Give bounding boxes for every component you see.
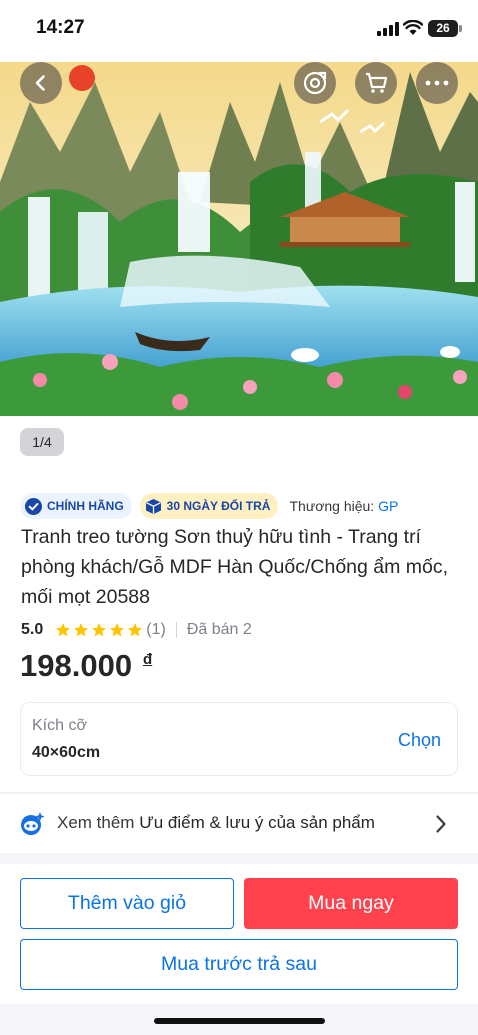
- genuine-badge-label: CHÍNH HÃNG: [47, 499, 124, 513]
- product-price: 198.000: [20, 648, 133, 683]
- product-title: Tranh treo tường Sơn thuỷ hữu tình - Tra…: [21, 526, 449, 608]
- size-label: Kích cỡ: [32, 717, 87, 734]
- rating-stars: [55, 622, 143, 638]
- battery-nub: [459, 25, 462, 32]
- add-to-cart-button[interactable]: Thêm vào giỏ: [20, 878, 234, 929]
- choose-size-button[interactable]: Chọn: [398, 730, 441, 751]
- rating-count[interactable]: (1): [146, 621, 166, 639]
- brand-link[interactable]: GP: [378, 498, 398, 514]
- landscape-painting: [0, 62, 478, 416]
- section-gap: [0, 853, 478, 864]
- brand-label: Thương hiệu:: [289, 498, 375, 514]
- more-icon: [425, 80, 449, 86]
- star-icon: [92, 623, 107, 637]
- verified-icon: [25, 497, 42, 515]
- image-counter: 1/4: [20, 428, 64, 456]
- back-button[interactable]: [20, 62, 62, 104]
- rating-value: 5.0: [21, 621, 44, 638]
- cart-button[interactable]: [355, 62, 397, 104]
- sold-count: Đã bán 2: [186, 621, 252, 638]
- more-button[interactable]: [416, 62, 458, 104]
- star-icon: [110, 623, 125, 637]
- home-indicator[interactable]: [154, 1018, 325, 1024]
- product-notes-highlight: Ưu điểm & lưu ý của sản phẩm: [139, 813, 375, 832]
- assistant-icon: [21, 812, 45, 835]
- star-icon: [56, 623, 71, 637]
- chevron-right-icon: [436, 815, 446, 833]
- return-box-icon: [145, 498, 161, 514]
- product-notes-row[interactable]: Xem thêm Ưu điểm & lưu ý của sản phẩm: [0, 800, 478, 848]
- battery-indicator: 26: [428, 20, 458, 37]
- return-badge-label: 30 NGÀY ĐỔI TRẢ: [166, 499, 271, 513]
- product-notes-prefix: Xem thêm: [57, 813, 135, 832]
- section-divider: [0, 792, 478, 794]
- share-icon: [303, 71, 327, 95]
- rating-divider: [175, 622, 177, 638]
- return-badge: 30 NGÀY ĐỔI TRẢ: [139, 493, 279, 519]
- status-bar: 14:27 26: [0, 0, 478, 58]
- star-icon: [128, 623, 143, 637]
- back-icon: [35, 75, 45, 91]
- status-time: 14:27: [36, 17, 85, 38]
- rating-row: 5.0 (1) Đã bán 2: [21, 619, 252, 641]
- share-button[interactable]: [294, 62, 336, 104]
- star-icon: [74, 623, 89, 637]
- buy-now-pay-later-button[interactable]: Mua trước trả sau: [20, 939, 458, 990]
- product-notes-text: Xem thêm Ưu điểm & lưu ý của sản phẩm: [57, 813, 375, 833]
- badge-row: CHÍNH HÃNG 30 NGÀY ĐỔI TRẢ Thương hiệu: …: [20, 493, 398, 519]
- genuine-badge: CHÍNH HÃNG: [20, 493, 132, 519]
- brand-info: Thương hiệu: GP: [289, 498, 398, 514]
- signal-icon: [377, 22, 399, 36]
- price-currency: đ: [143, 651, 153, 668]
- size-value: 40×60cm: [32, 744, 101, 761]
- wifi-icon: [403, 20, 423, 35]
- buy-now-button[interactable]: Mua ngay: [244, 878, 458, 929]
- cart-icon: [366, 72, 388, 93]
- size-selector[interactable]: Kích cỡ 40×60cm Chọn: [20, 702, 458, 776]
- product-image[interactable]: [0, 62, 478, 416]
